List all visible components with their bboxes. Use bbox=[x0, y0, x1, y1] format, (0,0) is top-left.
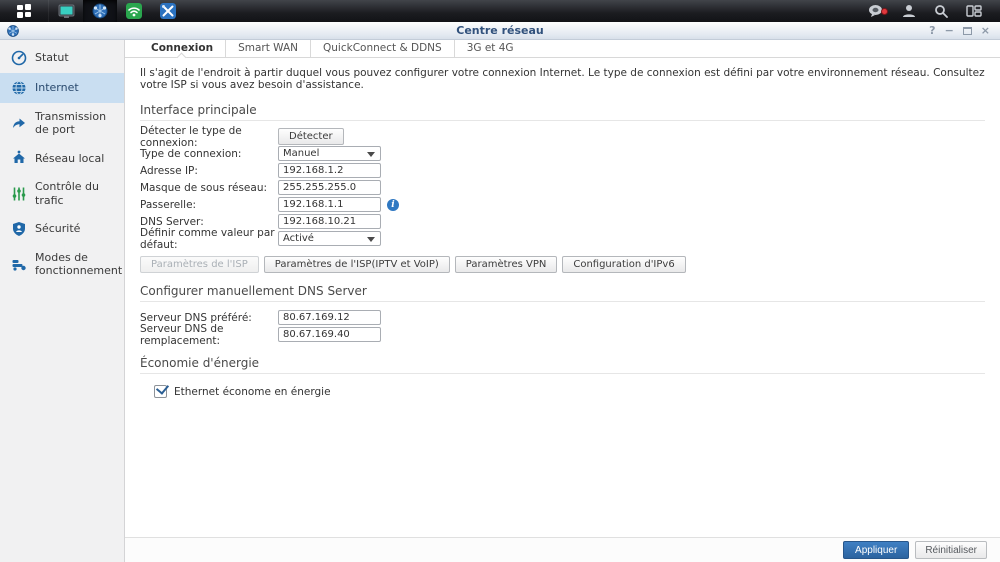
home-network-icon bbox=[13, 150, 25, 164]
help-button[interactable]: ? bbox=[929, 25, 935, 36]
tab-smart-wan[interactable]: Smart WAN bbox=[225, 40, 310, 57]
alternate-dns-label: Serveur DNS de remplacement: bbox=[140, 322, 224, 347]
subnet-mask-label: Masque de sous réseau: bbox=[140, 181, 268, 194]
sidebar: Statut Internet Transmission de port Rés… bbox=[0, 40, 125, 562]
desktop-taskbar bbox=[0, 0, 1000, 22]
apps-grid-icon bbox=[17, 4, 31, 18]
subnet-mask-field[interactable] bbox=[278, 180, 381, 195]
gauge-icon bbox=[11, 50, 27, 66]
sidebar-item-statut[interactable]: Statut bbox=[0, 43, 124, 73]
window-title: Centre réseau bbox=[456, 24, 544, 37]
reset-button[interactable]: Réinitialiser bbox=[915, 541, 987, 559]
tab-bar: Connexion Smart WAN QuickConnect & DDNS … bbox=[125, 40, 1000, 58]
window-titlebar[interactable]: Centre réseau ? − × bbox=[0, 22, 1000, 40]
gateway-field[interactable] bbox=[278, 197, 381, 212]
dns-server-field[interactable] bbox=[278, 214, 381, 229]
minimize-button[interactable]: − bbox=[945, 25, 954, 36]
connection-type-dropdown[interactable]: Manuel bbox=[278, 146, 381, 161]
ip-address-label: Adresse IP: bbox=[140, 164, 198, 177]
ip-address-field[interactable] bbox=[278, 163, 381, 178]
connection-type-label: Type de connexion: bbox=[140, 147, 242, 160]
sidebar-item-label: Transmission de port bbox=[35, 110, 107, 137]
network-center-window: Centre réseau ? − × Statut Internet Tran… bbox=[0, 22, 1000, 562]
network-center-app-icon bbox=[7, 24, 19, 37]
gateway-label: Passerelle: bbox=[140, 198, 197, 211]
shield-icon bbox=[13, 221, 25, 236]
default-gateway-dropdown[interactable]: Activé bbox=[278, 231, 381, 246]
widgets-button[interactable] bbox=[958, 4, 990, 18]
tools-icon bbox=[160, 3, 176, 19]
page-description: Il s'agit de l'endroit à partir duquel v… bbox=[140, 67, 985, 91]
ipv6-configuration-button[interactable]: Configuration d'IPv6 bbox=[562, 256, 686, 273]
notification-badge bbox=[881, 8, 888, 15]
tab-3g-4g[interactable]: 3G et 4G bbox=[453, 40, 526, 57]
sidebar-item-transmission-de-port[interactable]: Transmission de port bbox=[0, 103, 124, 143]
search-icon bbox=[935, 5, 948, 18]
sidebar-item-securite[interactable]: Sécurité bbox=[0, 214, 124, 244]
sidebar-item-label: Internet bbox=[35, 81, 79, 95]
wifi-icon bbox=[126, 3, 142, 19]
taskbar-item-desktop[interactable] bbox=[49, 0, 83, 22]
tab-connexion[interactable]: Connexion bbox=[139, 40, 225, 57]
notifications-button[interactable] bbox=[860, 4, 892, 18]
sidebar-item-controle-du-trafic[interactable]: Contrôle du trafic bbox=[0, 173, 124, 213]
energy-checkbox-row: Ethernet économe en énergie bbox=[140, 381, 985, 398]
isp-iptv-voip-settings-button[interactable]: Paramètres de l'ISP(IPTV et VoIP) bbox=[263, 256, 450, 273]
widgets-icon bbox=[966, 5, 982, 17]
desktop-monitor-icon bbox=[58, 4, 74, 18]
sidebar-item-label: Modes de fonctionnement bbox=[35, 250, 123, 277]
sidebar-item-label: Statut bbox=[35, 51, 69, 65]
globe-icon bbox=[12, 81, 26, 95]
default-gateway-label: Définir comme valeur par défaut: bbox=[140, 226, 275, 251]
user-menu-button[interactable] bbox=[894, 4, 924, 18]
close-button[interactable]: × bbox=[981, 25, 990, 36]
tab-quickconnect-ddns[interactable]: QuickConnect & DDNS bbox=[310, 40, 454, 57]
vpn-settings-button[interactable]: Paramètres VPN bbox=[454, 256, 558, 273]
sidebar-item-label: Contrôle du trafic bbox=[35, 180, 99, 207]
isp-buttons-row: Paramètres de l'ISP Paramètres de l'ISP(… bbox=[140, 256, 985, 273]
section-title-energy-saving: Économie d'énergie bbox=[140, 351, 985, 374]
chevron-down-icon bbox=[367, 152, 375, 157]
info-icon[interactable]: i bbox=[387, 198, 399, 211]
section-title-dns-manual: Configurer manuellement DNS Server bbox=[140, 279, 985, 302]
main-menu-button[interactable] bbox=[0, 0, 49, 22]
energy-efficient-ethernet-label: Ethernet économe en énergie bbox=[174, 385, 331, 398]
sidebar-item-reseau-local[interactable]: Réseau local bbox=[0, 143, 124, 173]
sidebar-item-internet[interactable]: Internet bbox=[0, 73, 124, 103]
footer-action-bar: Appliquer Réinitialiser bbox=[125, 537, 1000, 562]
taskbar-item-tools[interactable] bbox=[151, 0, 185, 22]
sidebar-item-modes-de-fonctionnement[interactable]: Modes de fonctionnement bbox=[0, 244, 124, 284]
detect-connection-label: Détecter le type de connexion: bbox=[140, 124, 242, 149]
taskbar-item-network-center[interactable] bbox=[83, 0, 117, 22]
user-icon bbox=[903, 5, 915, 17]
connection-type-value: Manuel bbox=[283, 148, 320, 159]
traffic-sliders-icon bbox=[12, 187, 26, 201]
apply-button[interactable]: Appliquer bbox=[843, 541, 910, 559]
taskbar-item-wifi[interactable] bbox=[117, 0, 151, 22]
port-forward-arrow-icon bbox=[13, 118, 25, 129]
chevron-down-icon bbox=[367, 237, 375, 242]
alternate-dns-field[interactable] bbox=[278, 327, 381, 342]
network-center-icon bbox=[92, 3, 108, 19]
isp-settings-button[interactable]: Paramètres de l'ISP bbox=[140, 256, 259, 273]
sidebar-item-label: Réseau local bbox=[35, 151, 105, 165]
search-button[interactable] bbox=[926, 4, 956, 18]
detect-button[interactable]: Détecter bbox=[278, 128, 344, 145]
tab-content: Il s'agit de l'endroit à partir duquel v… bbox=[125, 58, 1000, 537]
operation-modes-icon bbox=[12, 259, 26, 271]
energy-efficient-ethernet-checkbox[interactable] bbox=[154, 385, 167, 398]
preferred-dns-field[interactable] bbox=[278, 310, 381, 325]
section-title-interface-principale: Interface principale bbox=[140, 98, 985, 121]
default-gateway-value: Activé bbox=[283, 233, 314, 244]
main-panel: Connexion Smart WAN QuickConnect & DDNS … bbox=[125, 40, 1000, 562]
maximize-button[interactable] bbox=[962, 26, 972, 35]
sidebar-item-label: Sécurité bbox=[35, 222, 81, 236]
